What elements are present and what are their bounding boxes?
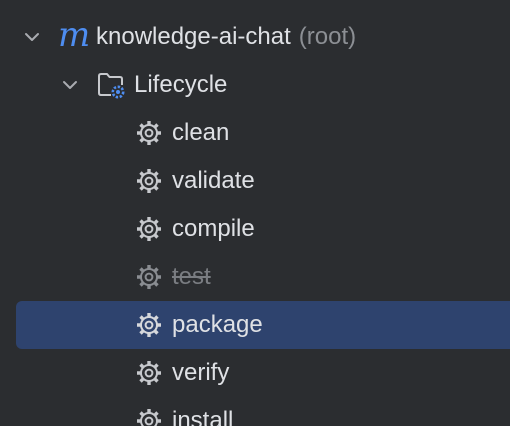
goal-label: validate bbox=[172, 167, 255, 194]
tree-row-root[interactable]: m knowledge-ai-chat (root) bbox=[0, 13, 510, 61]
root-label: knowledge-ai-chat (root) bbox=[96, 23, 356, 51]
goal-label: verify bbox=[172, 359, 230, 386]
lifecycle-label: Lifecycle bbox=[134, 71, 228, 98]
maven-module-icon: m bbox=[58, 15, 91, 55]
goal-label: package bbox=[172, 311, 263, 338]
gear-icon bbox=[137, 313, 161, 337]
goal-label: compile bbox=[172, 215, 255, 242]
gear-icon bbox=[137, 361, 161, 385]
selection-highlight bbox=[16, 301, 510, 349]
gear-icon bbox=[137, 265, 161, 289]
tree-row-goal-clean[interactable]: clean bbox=[0, 109, 510, 157]
maven-tool-tree: m knowledge-ai-chat (root) Lifecycle clea… bbox=[0, 0, 510, 426]
gear-icon bbox=[137, 169, 161, 193]
tree-row-goal-verify[interactable]: verify bbox=[0, 349, 510, 397]
gear-icon bbox=[137, 409, 161, 426]
tree-row-goal-test[interactable]: test bbox=[0, 253, 510, 301]
tree-row-goal-install[interactable]: install bbox=[0, 397, 510, 426]
tree-row-goal-package[interactable]: package bbox=[0, 301, 510, 349]
chevron-down-icon[interactable] bbox=[24, 29, 40, 45]
tree-row-goal-validate[interactable]: validate bbox=[0, 157, 510, 205]
tree-row-goal-compile[interactable]: compile bbox=[0, 205, 510, 253]
goal-label: clean bbox=[172, 119, 230, 146]
chevron-down-icon[interactable] bbox=[62, 77, 78, 93]
root-suffix: (root) bbox=[298, 23, 357, 50]
goal-label: install bbox=[172, 407, 234, 426]
gear-icon bbox=[137, 217, 161, 241]
root-name: knowledge-ai-chat bbox=[96, 23, 291, 50]
gear-icon bbox=[137, 121, 161, 145]
folder-gear-icon bbox=[98, 73, 125, 99]
tree-row-lifecycle[interactable]: Lifecycle bbox=[0, 61, 510, 109]
goal-label-skipped: test bbox=[172, 263, 211, 290]
